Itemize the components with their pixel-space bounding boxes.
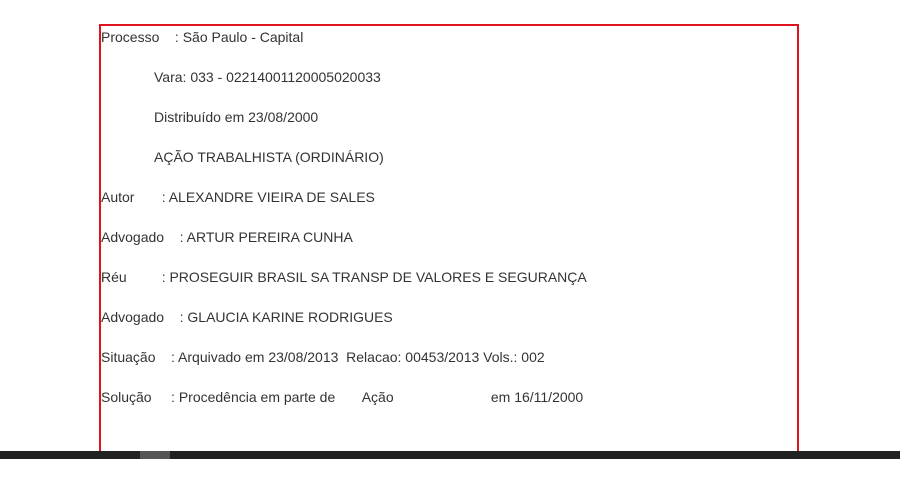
- horizontal-scrollbar[interactable]: [0, 451, 900, 459]
- advogado-autor-line: Advogado : ARTUR PEREIRA CUNHA: [101, 229, 353, 245]
- solucao-line: Solução : Procedência em parte de Ação e…: [101, 389, 584, 405]
- vara-line: Vara: 033 - 02214001120005020033: [154, 69, 381, 85]
- distribuido-line: Distribuído em 23/08/2000: [154, 109, 319, 125]
- processo-line: Processo : São Paulo - Capital: [101, 29, 304, 45]
- reu-line: Réu : PROSEGUIR BRASIL SA TRANSP DE VALO…: [101, 269, 587, 285]
- scrollbar-thumb[interactable]: [140, 451, 170, 459]
- advogado-reu-line: Advogado : GLAUCIA KARINE RODRIGUES: [101, 309, 393, 325]
- situacao-line: Situação : Arquivado em 23/08/2013 Relac…: [101, 349, 545, 365]
- autor-line: Autor : ALEXANDRE VIEIRA DE SALES: [101, 189, 375, 205]
- process-record-frame: Processo : São Paulo - Capital Vara: 033…: [99, 24, 799, 457]
- acao-line: AÇÃO TRABALHISTA (ORDINÁRIO): [154, 149, 384, 165]
- document-page: Processo : São Paulo - Capital Vara: 033…: [0, 0, 900, 484]
